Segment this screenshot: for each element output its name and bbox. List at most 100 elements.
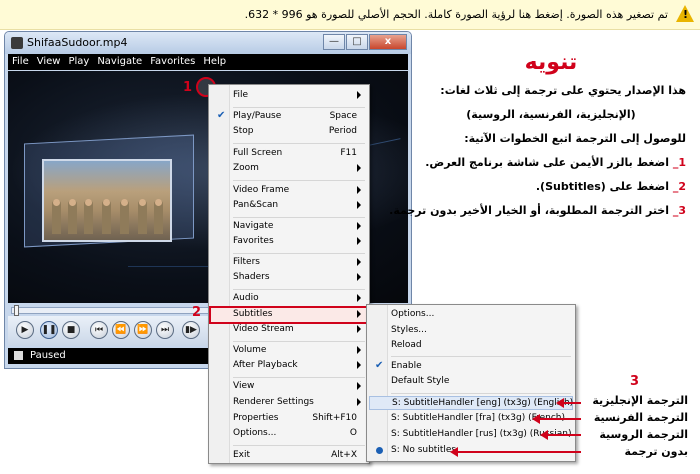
menu-help[interactable]: Help [199, 54, 230, 67]
subtitle-reload-item[interactable]: Reload [369, 339, 573, 353]
minimize-button[interactable]: — [323, 34, 345, 50]
instructions-panel: تنويه هذا الإصدار يحتوي على ترجمة إلى ثل… [389, 50, 686, 223]
menu-item-stop[interactable]: Stop Period [211, 125, 367, 139]
menu-item-shaders[interactable]: Shaders [211, 271, 367, 285]
menu-item-pan-scan[interactable]: Pan&Scan [211, 199, 367, 213]
subtitle-english-item[interactable]: S: SubtitleHandler [eng] (tx3g) (English… [369, 396, 573, 410]
submenu-item-label: Styles... [391, 325, 427, 335]
menu-file[interactable]: File [8, 54, 33, 67]
menu-item-label: After Playback [233, 360, 298, 370]
menu-separator [233, 180, 365, 181]
menu-item-subtitles[interactable]: Subtitles [209, 306, 369, 324]
menu-item-properties[interactable]: Properties Shift+F10 [211, 412, 367, 426]
maximize-button[interactable]: □ [346, 34, 368, 50]
menu-play[interactable]: Play [64, 54, 93, 67]
label-french: الترجمة الفرنسية [593, 411, 688, 424]
pause-icon[interactable]: ❚❚ [40, 321, 58, 339]
menu-item-full-screen[interactable]: Full Screen F11 [211, 147, 367, 161]
warning-icon: ! [676, 5, 694, 22]
window-buttons: — □ x [323, 34, 407, 50]
menu-item-label: Favorites [233, 236, 274, 246]
menu-item-video-stream[interactable]: Video Stream [211, 323, 367, 337]
menu-item-label: Audio [233, 293, 259, 303]
app-icon [11, 37, 23, 49]
subtitle-options-item[interactable]: Options... [369, 308, 573, 322]
submenu-arrow-icon [357, 164, 361, 172]
menu-item-label: Pan&Scan [233, 200, 279, 210]
label-english: الترجمة الإنجليزية [592, 394, 688, 407]
title-bar[interactable]: ShifaaSudoor.mp4 — □ x [5, 32, 411, 54]
menu-item-label: Video Frame [233, 185, 290, 195]
frame-step-icon[interactable]: ▮▶ [182, 321, 200, 339]
fast-forward-icon[interactable]: ⏩ [134, 321, 152, 339]
submenu-arrow-icon [357, 382, 361, 390]
submenu-item-label: Reload [391, 340, 422, 350]
rewind-icon[interactable]: ⏪ [112, 321, 130, 339]
submenu-item-label: Enable [391, 361, 422, 371]
menu-item-zoom[interactable]: Zoom [211, 162, 367, 176]
submenu-arrow-icon [357, 310, 361, 318]
submenu-item-label: Options... [391, 309, 435, 319]
step2-number: 2 [192, 305, 202, 320]
menu-item-view[interactable]: View [211, 380, 367, 394]
label-russian: الترجمة الروسية [599, 428, 688, 441]
menu-item-renderer-settings[interactable]: Renderer Settings [211, 396, 367, 410]
menu-item-file[interactable]: File [211, 89, 367, 103]
menu-item-shortcut: Period [328, 126, 357, 136]
video-still-image [42, 159, 172, 242]
play-icon[interactable]: ▶ [16, 321, 34, 339]
status-text: Paused [30, 350, 66, 361]
submenu-arrow-icon [357, 222, 361, 230]
menu-item-shortcut: Space [329, 111, 357, 121]
subtitle-default-style-item[interactable]: Default Style [369, 375, 573, 389]
menu-separator [233, 377, 365, 378]
menu-item-label: Subtitles [233, 309, 273, 319]
menu-item-play-pause[interactable]: ✔ Play/Pause Space [211, 110, 367, 124]
menu-separator [233, 341, 365, 342]
notes-step-3: 3_ اختر الترجمة المطلوبة، أو الخيار الأخ… [389, 199, 686, 223]
stop-icon[interactable]: ■ [62, 321, 80, 339]
submenu-arrow-icon [357, 237, 361, 245]
menu-item-label: Zoom [233, 163, 259, 173]
menu-item-options[interactable]: Options... O [211, 427, 367, 441]
submenu-arrow-icon [357, 91, 361, 99]
menu-separator [233, 217, 365, 218]
submenu-item-label: Default Style [391, 376, 450, 386]
menu-item-label: Video Stream [233, 324, 294, 334]
menu-item-filters[interactable]: Filters [211, 256, 367, 270]
menu-item-label: Properties [233, 413, 279, 423]
subtitle-enable-item[interactable]: ✔ Enable [369, 360, 573, 374]
menu-navigate[interactable]: Navigate [93, 54, 146, 67]
next-icon[interactable]: ⏭ [156, 321, 174, 339]
notes-heading: تنويه [524, 50, 578, 75]
notes-line-language-list: (الإنجليزية، الفرنسية، الروسية) [466, 108, 636, 121]
arrow-russian-line [547, 434, 581, 436]
menu-item-video-frame[interactable]: Video Frame [211, 184, 367, 198]
menu-item-favorites[interactable]: Favorites [211, 235, 367, 249]
submenu-arrow-icon [357, 273, 361, 281]
menu-item-exit[interactable]: Exit Alt+X [211, 449, 367, 463]
menu-item-shortcut: O [349, 428, 357, 438]
submenu-arrow-icon [357, 186, 361, 194]
seek-handle[interactable] [14, 305, 19, 316]
notes-line-steps-intro: للوصول إلى الترجمة اتبع الخطوات الآتية: [464, 132, 686, 145]
menu-item-shortcut: Shift+F10 [312, 413, 357, 423]
subtitle-styles-item[interactable]: Styles... [369, 324, 573, 338]
check-icon: ✔ [217, 110, 226, 121]
image-resize-notice[interactable]: ! تم تصغير هذه الصورة. إضغط هنا لرؤية ال… [0, 0, 700, 30]
menu-item-navigate[interactable]: Navigate [211, 220, 367, 234]
menu-item-label: Options... [233, 428, 277, 438]
notice-text[interactable]: تم تصغير هذه الصورة. إضغط هنا لرؤية الصو… [245, 8, 668, 21]
menu-item-label: Stop [233, 126, 254, 136]
close-button[interactable]: x [369, 34, 407, 50]
submenu-arrow-icon [357, 325, 361, 333]
menu-item-audio[interactable]: Audio [211, 292, 367, 306]
menu-view[interactable]: View [33, 54, 65, 67]
step-2-text: اضغط على (Subtitles). [535, 180, 673, 193]
menu-favorites[interactable]: Favorites [146, 54, 199, 67]
menu-item-volume[interactable]: Volume [211, 344, 367, 358]
menu-item-label: Full Screen [233, 148, 283, 158]
context-menu: File ✔ Play/Pause Space Stop Period Full Sc… [208, 84, 370, 464]
menu-item-after-playback[interactable]: After Playback [211, 359, 367, 373]
previous-icon[interactable]: ⏮ [90, 321, 108, 339]
